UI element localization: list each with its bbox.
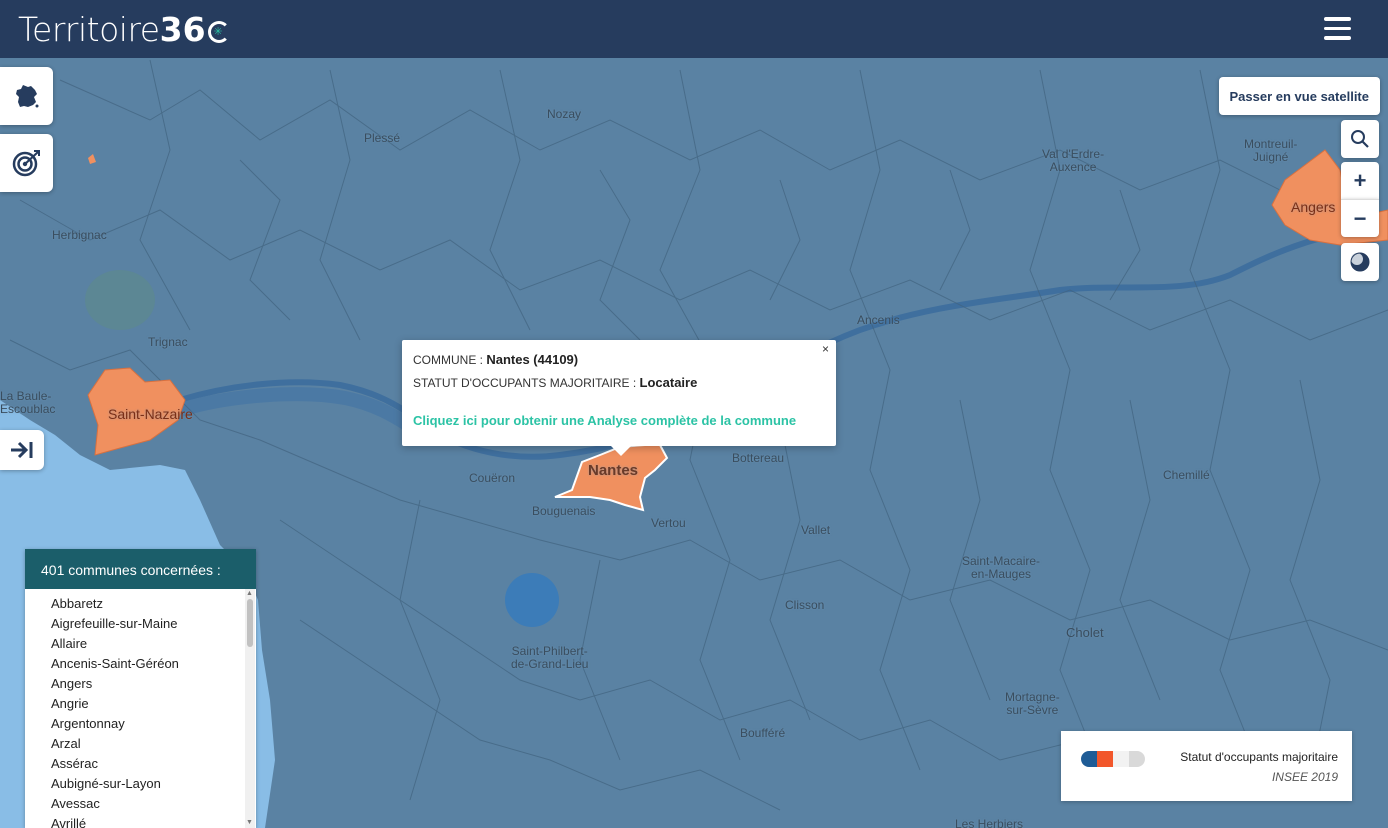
scroll-up-icon[interactable]: ▲: [246, 590, 253, 597]
top-bar: Territoire 36 ✳: [0, 0, 1388, 58]
list-item[interactable]: Aubigné-sur-Layon: [25, 774, 244, 794]
scroll-down-icon[interactable]: ▼: [246, 819, 253, 826]
place-label: Plessé: [364, 131, 401, 145]
list-item[interactable]: Avessac: [25, 794, 244, 814]
place-label: Boufféré: [740, 726, 786, 740]
list-item[interactable]: Avrillé: [25, 814, 244, 828]
place-label: Montreuil- Juigné: [1244, 137, 1298, 164]
satellite-view-button[interactable]: Passer en vue satellite: [1218, 77, 1380, 115]
target-icon: [12, 150, 40, 177]
legend-swatch: [1081, 751, 1097, 767]
place-label: Saint-Macaire- en-Mauges: [962, 554, 1041, 581]
place-label: Cholet: [1066, 625, 1104, 640]
place-label: Ancenis: [857, 313, 900, 327]
list-item[interactable]: Aigrefeuille-sur-Maine: [25, 614, 244, 634]
popup-tip: [610, 445, 632, 456]
communes-list[interactable]: Abbaretz Aigrefeuille-sur-Maine Allaire Anc…: [25, 589, 244, 828]
logo[interactable]: Territoire 36 ✳: [18, 10, 230, 50]
list-item[interactable]: Allaire: [25, 634, 244, 654]
legend-swatch: [1113, 751, 1129, 767]
communes-panel: 401 communes concernées : Abbaretz Aigref…: [25, 549, 256, 828]
place-label: Trignac: [148, 335, 188, 349]
place-label: Clisson: [785, 598, 825, 612]
legend-swatch: [1129, 751, 1145, 767]
search-icon: [1351, 130, 1369, 148]
france-view-button[interactable]: [0, 67, 53, 125]
place-label: Bottereau: [732, 451, 785, 465]
full-analysis-link[interactable]: Cliquez ici pour obtenir une Analyse com…: [413, 413, 825, 428]
communes-scrollbar[interactable]: ▲ ▼: [245, 589, 255, 828]
layer-toggle-button[interactable]: [1341, 243, 1379, 281]
place-label: Les Herbiers: [955, 817, 1024, 828]
list-item[interactable]: Abbaretz: [25, 594, 244, 614]
list-item[interactable]: Arzal: [25, 734, 244, 754]
place-label-nantes: Nantes: [588, 462, 639, 479]
place-label: Herbignac: [52, 228, 107, 242]
legend-source: INSEE 2019: [1271, 770, 1338, 784]
place-label: Couëron: [469, 471, 516, 485]
place-label: Saint-Philbert- de-Grand-Lieu: [511, 644, 589, 671]
zoom-out-button[interactable]: −: [1341, 199, 1379, 237]
sidebar-toggle-button[interactable]: [0, 430, 44, 470]
menu-icon[interactable]: [1324, 17, 1351, 41]
logo-text: Territoire: [18, 10, 160, 49]
place-label: Saint-Nazaire: [108, 406, 193, 422]
place-label: Vallet: [801, 523, 831, 537]
place-label: Mortagne- sur-Sèvre: [1005, 690, 1060, 717]
layer-toggle-icon: [1350, 252, 1370, 272]
arrow-to-bar-icon: [11, 441, 33, 459]
popup-statut-row: STATUT D'OCCUPANTS MAJORITAIRE : Locatai…: [413, 375, 825, 390]
popup-commune-row: COMMUNE : Nantes (44109): [413, 352, 825, 367]
legend-swatch: [1097, 751, 1113, 767]
legend-swatches: [1081, 751, 1145, 767]
place-label: Bouguenais: [532, 504, 596, 518]
communes-title: 401 communes concernées :: [25, 549, 256, 589]
logo-ring-icon: ✳: [207, 21, 230, 43]
list-item[interactable]: Angers: [25, 674, 244, 694]
scroll-thumb[interactable]: [247, 599, 253, 647]
popup-commune-label: COMMUNE :: [413, 353, 487, 367]
logo-number: 36: [159, 10, 206, 49]
target-button[interactable]: [0, 134, 53, 192]
list-item[interactable]: Angrie: [25, 694, 244, 714]
france-map-icon: [15, 85, 38, 108]
legend-title: Statut d'occupants majoritaire: [1180, 750, 1338, 764]
place-label: Nozay: [547, 107, 582, 121]
zoom-in-button[interactable]: +: [1341, 162, 1379, 199]
place-label: La Baule- Escoublac: [0, 389, 56, 416]
popup-statut-label: STATUT D'OCCUPANTS MAJORITAIRE :: [413, 376, 640, 390]
close-icon[interactable]: ×: [822, 342, 829, 356]
place-label: Chemillé: [1163, 468, 1210, 482]
list-item[interactable]: Argentonnay: [25, 714, 244, 734]
place-label: Val d'Erdre- Auxence: [1042, 147, 1105, 174]
popup-commune-value: Nantes (44109): [486, 352, 579, 367]
place-label: Vertou: [651, 516, 686, 530]
search-button[interactable]: [1341, 120, 1379, 158]
legend: Statut d'occupants majoritaire INSEE 201…: [1061, 731, 1352, 801]
popup-statut-value: Locataire: [639, 375, 698, 390]
list-item[interactable]: Assérac: [25, 754, 244, 774]
commune-popup: × COMMUNE : Nantes (44109) STATUT D'OCCU…: [402, 340, 836, 456]
place-label: Angers: [1291, 199, 1336, 215]
list-item[interactable]: Ancenis-Saint-Géréon: [25, 654, 244, 674]
